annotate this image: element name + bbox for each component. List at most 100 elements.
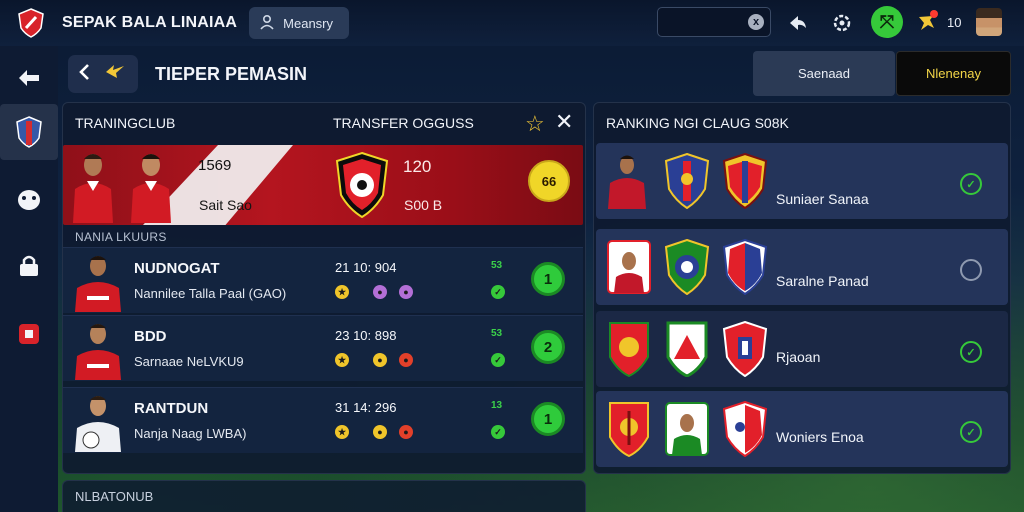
ball-nav-icon[interactable] <box>0 172 58 228</box>
club-nav-icon[interactable] <box>0 104 58 160</box>
skill-icon: ● <box>373 425 387 439</box>
status-icon: ✓ <box>491 425 505 439</box>
player-detail: Nannilee Talla Paal (GAO) <box>134 286 287 301</box>
settings-icon[interactable] <box>828 9 856 37</box>
bottom-panel-label: NLBATONUB <box>75 489 154 504</box>
player-stats: 23 10: 898 <box>335 328 397 343</box>
clear-search-icon[interactable]: x <box>748 14 764 30</box>
side-nav <box>0 46 58 512</box>
row-tag: 13 <box>491 400 503 411</box>
panel-heading-club: TRANINGCLUB <box>75 115 176 131</box>
club-crest-icon <box>335 151 389 219</box>
row-tag: 53 <box>491 328 503 339</box>
featured-banner[interactable]: 1569 Sait Sao 120 S00 B 66 <box>63 145 583 225</box>
club-crest-icon <box>607 240 651 294</box>
chevron-left-icon <box>78 63 90 86</box>
share-icon[interactable] <box>784 9 812 37</box>
club-name: Saralne Panad <box>776 273 869 289</box>
player-name: BDD <box>134 328 167 345</box>
notification-count: 10 <box>947 15 962 30</box>
status-icon: ✓ <box>491 353 505 367</box>
club-name: Rjaoan <box>776 349 821 365</box>
select-player-button[interactable]: 2 <box>531 330 565 364</box>
club-name: Woniers Enoa <box>776 429 864 445</box>
player-name: RANTDUN <box>134 400 209 417</box>
club-name: Suniaer Sanaa <box>776 191 869 207</box>
club-crest-icon <box>665 402 709 456</box>
ranking-row[interactable]: Rjaoan ✓ <box>596 311 1008 387</box>
app-title: SEPAK BALA LINAIAA <box>62 14 238 31</box>
ranking-panel: RANKING NGI CLAUG S08K Suniaer Sanaa ✓ S… <box>593 102 1011 474</box>
back-button[interactable] <box>68 55 138 93</box>
rating-icon: ★ <box>335 353 349 367</box>
ranking-row[interactable]: Suniaer Sanaa ✓ <box>596 143 1008 219</box>
club-crest-icon <box>609 402 649 457</box>
menu-label: Meansry <box>283 15 334 31</box>
club-crest-icon <box>664 153 710 209</box>
arrows-icon: ⤧ <box>879 11 895 32</box>
status-icon: ✓ <box>491 285 505 299</box>
player-avatar <box>75 256 121 312</box>
banner-sub-left: Sait Sao <box>199 197 252 213</box>
ranking-heading: RANKING NGI CLAUG S08K <box>606 115 789 131</box>
panel-heading-transfer: TRANSFER OGGUSS <box>333 115 474 131</box>
search-input[interactable]: x <box>657 7 771 37</box>
skill-icon: ● <box>373 353 387 367</box>
skill-icon: ● <box>399 425 413 439</box>
banner-value-right: 120 <box>403 157 432 176</box>
close-icon[interactable]: ✕ <box>555 109 573 135</box>
check-icon[interactable]: ✓ <box>960 259 982 281</box>
player-detail: Sarnaae NeLVKU9 <box>134 354 244 369</box>
coin-button[interactable]: 66 <box>528 160 570 202</box>
skill-icon: ● <box>373 285 387 299</box>
player-row[interactable]: BDD Sarnaae NeLVKU9 23 10: 898 ★ ● ● 53 … <box>63 315 583 381</box>
player-avatar <box>75 324 121 380</box>
player-detail: Nanja Naag LWBA) <box>134 426 247 441</box>
rating-icon: ★ <box>335 285 349 299</box>
banner-value-left: 1569 <box>198 157 232 174</box>
favorite-star-icon[interactable]: ☆ <box>525 111 545 137</box>
select-player-button[interactable]: 1 <box>531 262 565 296</box>
club-crest-icon <box>722 153 768 209</box>
banner-sub-right: S00 B <box>404 197 443 213</box>
club-crest-icon <box>664 239 710 295</box>
user-icon <box>259 14 275 33</box>
player-portrait <box>73 154 113 223</box>
club-crest-icon <box>722 321 768 377</box>
row-tag: 53 <box>491 260 503 271</box>
player-row[interactable]: NUDNOGAT Nannilee Talla Paal (GAO) 21 10… <box>63 247 583 313</box>
player-portrait <box>131 154 171 223</box>
back-nav-icon[interactable] <box>0 50 58 106</box>
player-avatar <box>608 155 646 209</box>
player-stats: 31 14: 296 <box>335 400 397 415</box>
rating-icon: ★ <box>335 425 349 439</box>
player-stats: 21 10: 904 <box>335 260 397 275</box>
lock-nav-icon[interactable] <box>0 238 58 294</box>
record-nav-icon[interactable] <box>0 306 58 362</box>
player-avatar <box>75 396 121 452</box>
tab-standard[interactable]: Saenaad <box>753 51 895 96</box>
club-crest-icon <box>722 401 768 457</box>
app-logo-icon[interactable] <box>16 8 46 38</box>
ranking-row[interactable]: Saralne Panad ✓ <box>596 229 1008 305</box>
notification-dot <box>930 10 938 18</box>
check-icon[interactable]: ✓ <box>960 341 982 363</box>
menu-button[interactable]: Meansry <box>249 7 350 39</box>
profile-avatar[interactable] <box>976 8 1002 36</box>
skill-icon: ● <box>399 285 413 299</box>
select-player-button[interactable]: 1 <box>531 402 565 436</box>
club-crest-icon <box>609 322 649 377</box>
boost-button[interactable]: ⤧ <box>871 6 903 38</box>
training-club-panel: TRANINGCLUB TRANSFER OGGUSS ☆ ✕ 1569 Sai… <box>62 102 586 474</box>
tab-premium[interactable]: Nlenenay <box>896 51 1011 96</box>
bottom-panel: NLBATONUB <box>62 480 586 512</box>
player-row[interactable]: RANTDUN Nanja Naag LWBA) 31 14: 296 ★ ● … <box>63 387 583 453</box>
skill-icon: ● <box>399 353 413 367</box>
check-icon[interactable]: ✓ <box>960 173 982 195</box>
check-icon[interactable]: ✓ <box>960 421 982 443</box>
speed-icon <box>104 64 126 85</box>
club-crest-icon <box>666 321 708 377</box>
ranking-row[interactable]: Woniers Enoa ✓ <box>596 391 1008 467</box>
page-title: TIEPER PEMASIN <box>155 64 308 84</box>
player-name: NUDNOGAT <box>134 260 220 277</box>
